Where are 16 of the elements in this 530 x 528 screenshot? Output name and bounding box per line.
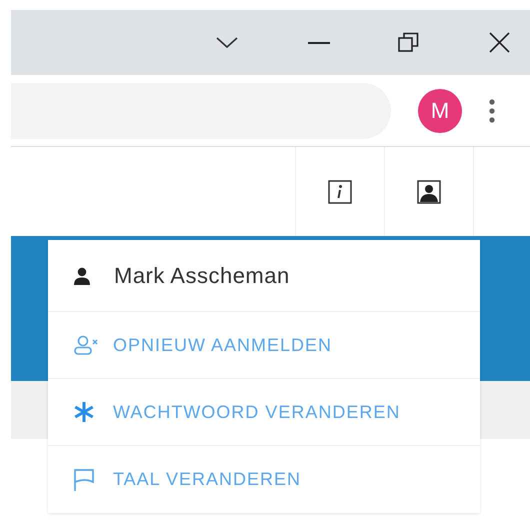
info-icon[interactable]	[328, 180, 352, 204]
restore-icon[interactable]	[398, 32, 419, 53]
menu-item[interactable]: TAAL VERANDEREN	[48, 446, 480, 513]
asterisk-icon	[73, 401, 95, 423]
user-remove-icon	[73, 335, 99, 355]
user-icon	[73, 266, 91, 284]
menu-item[interactable]: OPNIEUW AANMELDEN	[48, 312, 480, 379]
close-icon[interactable]	[489, 32, 510, 53]
user-name: Mark Asscheman	[114, 262, 290, 290]
user-profile-icon[interactable]	[417, 180, 441, 204]
kebab-menu-icon[interactable]	[489, 98, 495, 122]
flag-icon	[73, 468, 95, 492]
chevron-down-icon[interactable]	[216, 36, 238, 48]
minimize-icon[interactable]	[308, 42, 330, 44]
profile-avatar[interactable]: M	[418, 88, 462, 132]
menu-item[interactable]: WACHTWOORD VERANDEREN	[48, 379, 480, 446]
